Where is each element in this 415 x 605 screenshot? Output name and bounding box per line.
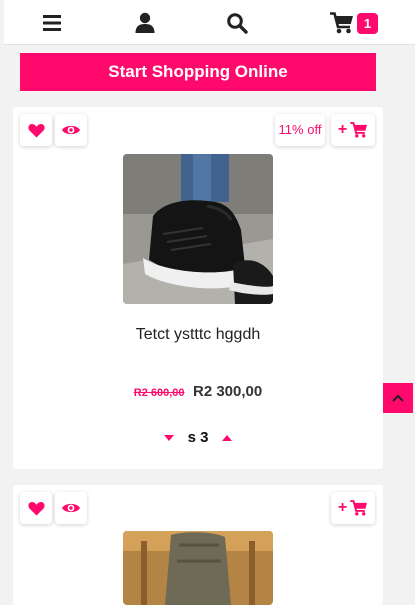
start-shopping-button[interactable]: Start Shopping Online bbox=[20, 53, 376, 91]
cart-icon bbox=[350, 122, 368, 138]
wishlist-button[interactable] bbox=[20, 114, 52, 146]
wishlist-button[interactable] bbox=[20, 492, 52, 524]
new-price: R2 300,00 bbox=[192, 383, 263, 400]
discount-badge: 11% off bbox=[275, 114, 325, 146]
size-label: s bbox=[187, 429, 196, 446]
eye-icon bbox=[62, 503, 80, 513]
quantity-value: 3 bbox=[200, 429, 209, 446]
cart-icon bbox=[350, 500, 368, 516]
heart-icon bbox=[27, 123, 45, 137]
product-image[interactable] bbox=[123, 531, 273, 605]
quick-view-button[interactable] bbox=[55, 114, 87, 146]
user-icon[interactable] bbox=[134, 12, 156, 34]
size-quantity-selector: s 3 bbox=[13, 429, 383, 446]
add-to-cart-button[interactable]: + bbox=[331, 492, 375, 524]
plus-label: + bbox=[337, 499, 348, 516]
product-image[interactable] bbox=[123, 154, 273, 304]
plus-label: + bbox=[337, 121, 348, 138]
size-quantity-text: s 3 bbox=[188, 429, 209, 446]
product-card: + bbox=[13, 485, 383, 605]
menu-icon[interactable] bbox=[42, 12, 62, 34]
add-to-cart-button[interactable]: + bbox=[331, 114, 375, 146]
back-to-top-button[interactable] bbox=[383, 383, 413, 413]
price-row: R2 600,00 R2 300,00 bbox=[13, 383, 383, 401]
cart-icon[interactable] bbox=[330, 12, 354, 34]
product-card: 11% off + Tetct ystttc hggdh R2 600,00 R… bbox=[13, 107, 383, 469]
old-price: R2 600,00 bbox=[133, 387, 185, 399]
caret-down-icon[interactable] bbox=[163, 434, 174, 441]
top-navbar: 1 bbox=[4, 0, 415, 45]
eye-icon bbox=[62, 125, 80, 135]
heart-icon bbox=[27, 501, 45, 515]
cart-count-badge: 1 bbox=[357, 13, 378, 34]
search-icon[interactable] bbox=[226, 12, 248, 34]
chevron-up-icon bbox=[392, 394, 404, 402]
caret-up-icon[interactable] bbox=[222, 434, 233, 441]
product-title[interactable]: Tetct ystttc hggdh bbox=[13, 326, 383, 344]
quick-view-button[interactable] bbox=[55, 492, 87, 524]
